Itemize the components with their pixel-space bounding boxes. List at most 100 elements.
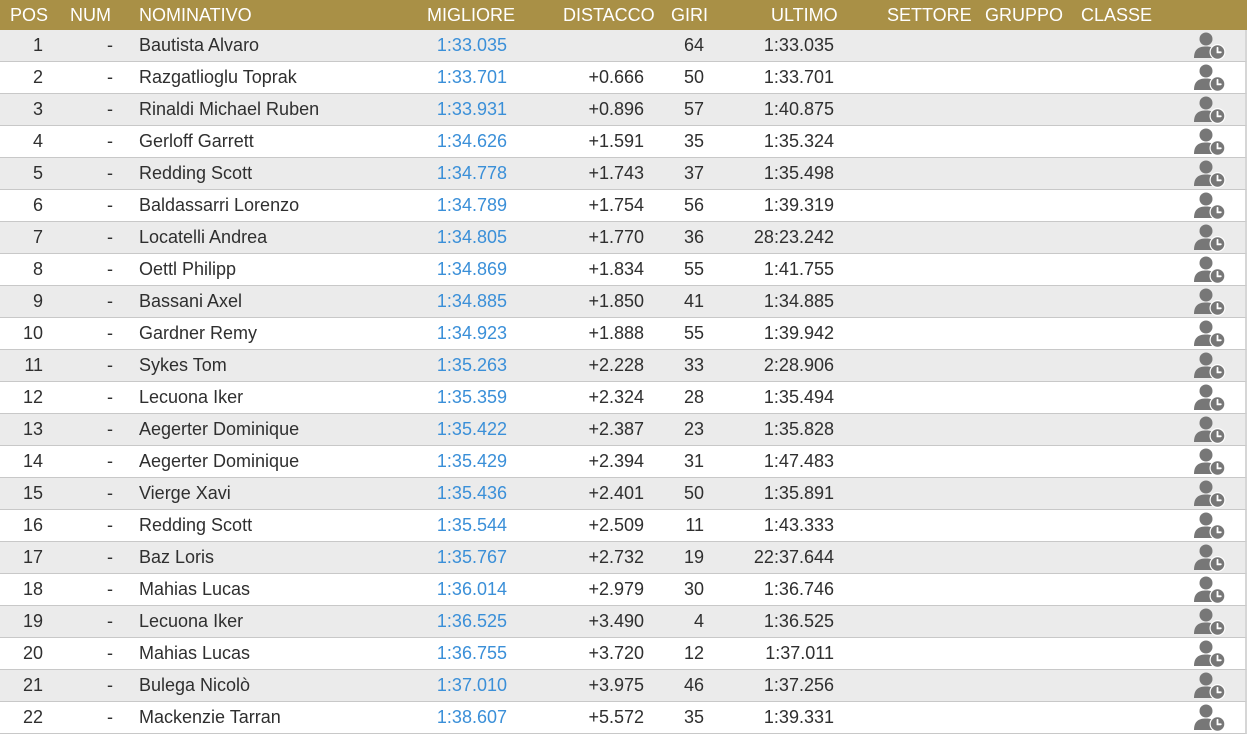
pos-cell: 20 — [22, 643, 43, 663]
pos-cell: 10 — [22, 323, 43, 343]
num-cell: - — [107, 131, 113, 151]
user-clock-icon[interactable] — [1193, 255, 1227, 285]
laps-cell: 19 — [683, 547, 704, 567]
gap-cell: +0.896 — [588, 99, 644, 119]
pos-cell: 12 — [22, 387, 43, 407]
pos-cell: 15 — [22, 483, 43, 503]
best-lap-cell: 1:35.263 — [436, 355, 507, 375]
laps-cell: 35 — [683, 707, 704, 727]
best-lap-cell: 1:36.014 — [436, 579, 507, 599]
best-lap-cell: 1:37.010 — [436, 675, 507, 695]
pos-cell: 8 — [32, 259, 43, 279]
user-clock-icon[interactable] — [1193, 479, 1227, 509]
num-cell: - — [107, 163, 113, 183]
table-row[interactable]: 10- Gardner Remy 1:34.923 +1.888 55 1:39.942 — [0, 318, 1247, 350]
last-lap-cell: 1:36.525 — [763, 611, 834, 631]
table-row[interactable]: 2- Razgatlioglu Toprak 1:33.701 +0.666 50 1:3… — [0, 62, 1247, 94]
table-row[interactable]: 5- Redding Scott 1:34.778 +1.743 37 1:35.498 — [0, 158, 1247, 190]
header-gap[interactable]: DISTACCO — [563, 0, 655, 30]
user-clock-icon[interactable] — [1193, 127, 1227, 157]
laps-cell: 55 — [683, 259, 704, 279]
gap-cell: +2.228 — [588, 355, 644, 375]
user-clock-icon[interactable] — [1193, 351, 1227, 381]
num-cell: - — [107, 483, 113, 503]
table-row[interactable]: 4- Gerloff Garrett 1:34.626 +1.591 35 1:35.32… — [0, 126, 1247, 158]
gap-cell: +1.743 — [588, 163, 644, 183]
header-group[interactable]: GRUPPO — [985, 0, 1063, 30]
user-clock-icon[interactable] — [1193, 159, 1227, 189]
best-lap-cell: 1:34.626 — [436, 131, 507, 151]
table-row[interactable]: 12- Lecuona Iker 1:35.359 +2.324 28 1:35.494 — [0, 382, 1247, 414]
num-cell: - — [107, 419, 113, 439]
table-row[interactable]: 21- Bulega Nicolò 1:37.010 +3.975 46 1:37.256 — [0, 670, 1247, 702]
last-lap-cell: 1:47.483 — [763, 451, 834, 471]
user-clock-icon[interactable] — [1193, 95, 1227, 125]
user-clock-icon[interactable] — [1193, 31, 1227, 61]
gap-cell: +1.850 — [588, 291, 644, 311]
header-num[interactable]: NUM — [70, 0, 111, 30]
table-row[interactable]: 7- Locatelli Andrea 1:34.805 +1.770 36 28:23.… — [0, 222, 1247, 254]
pos-cell: 5 — [32, 163, 43, 183]
table-row[interactable]: 20- Mahias Lucas 1:36.755 +3.720 12 1:37.011 — [0, 638, 1247, 670]
user-clock-icon[interactable] — [1193, 639, 1227, 669]
gap-cell: +2.387 — [588, 419, 644, 439]
header-sector[interactable]: SETTORE — [887, 0, 972, 30]
user-clock-icon[interactable] — [1193, 543, 1227, 573]
table-row[interactable]: 11- Sykes Tom 1:35.263 +2.228 33 2:28.906 — [0, 350, 1247, 382]
table-row[interactable]: 17- Baz Loris 1:35.767 +2.732 19 22:37.644 — [0, 542, 1247, 574]
gap-cell: +1.591 — [588, 131, 644, 151]
user-clock-icon[interactable] — [1193, 447, 1227, 477]
timing-table: POS NUM NOMINATIVO MIGLIORE DISTACCO GIR… — [0, 0, 1247, 735]
table-row[interactable]: 3- Rinaldi Michael Ruben 1:33.931 +0.896 57 1… — [0, 94, 1247, 126]
num-cell: - — [107, 611, 113, 631]
laps-cell: 11 — [685, 515, 704, 535]
user-clock-icon[interactable] — [1193, 511, 1227, 541]
best-lap-cell: 1:36.525 — [436, 611, 507, 631]
best-lap-cell: 1:35.422 — [436, 419, 507, 439]
header-class[interactable]: CLASSE — [1081, 0, 1152, 30]
user-clock-icon[interactable] — [1193, 383, 1227, 413]
user-clock-icon[interactable] — [1193, 191, 1227, 221]
user-clock-icon[interactable] — [1193, 287, 1227, 317]
best-lap-cell: 1:36.755 — [436, 643, 507, 663]
num-cell: - — [107, 195, 113, 215]
table-row[interactable]: 6- Baldassarri Lorenzo 1:34.789 +1.754 56 1:3… — [0, 190, 1247, 222]
best-lap-cell: 1:34.885 — [436, 291, 507, 311]
num-cell: - — [107, 35, 113, 55]
gap-cell: +2.732 — [588, 547, 644, 567]
laps-cell: 33 — [683, 355, 704, 375]
table-row[interactable]: 9- Bassani Axel 1:34.885 +1.850 41 1:34.885 — [0, 286, 1247, 318]
laps-cell: 46 — [683, 675, 704, 695]
table-row[interactable]: 16- Redding Scott 1:35.544 +2.509 11 1:43.333 — [0, 510, 1247, 542]
table-row[interactable]: 14- Aegerter Dominique 1:35.429 +2.394 31 1:4… — [0, 446, 1247, 478]
table-row[interactable]: 18- Mahias Lucas 1:36.014 +2.979 30 1:36.746 — [0, 574, 1247, 606]
user-clock-icon[interactable] — [1193, 703, 1227, 733]
table-row[interactable]: 1- Bautista Alvaro 1:33.035 64 1:33.035 — [0, 30, 1247, 62]
table-row[interactable]: 22- Mackenzie Tarran 1:38.607 +5.572 35 1:39.… — [0, 702, 1247, 734]
table-row[interactable]: 19- Lecuona Iker 1:36.525 +3.490 4 1:36.525 — [0, 606, 1247, 638]
last-lap-cell: 2:28.906 — [763, 355, 834, 375]
user-clock-icon[interactable] — [1193, 319, 1227, 349]
user-clock-icon[interactable] — [1193, 63, 1227, 93]
table-row[interactable]: 13- Aegerter Dominique 1:35.422 +2.387 23 1:3… — [0, 414, 1247, 446]
user-clock-icon[interactable] — [1193, 415, 1227, 445]
pos-cell: 21 — [22, 675, 43, 695]
header-best[interactable]: MIGLIORE — [427, 0, 515, 30]
header-laps[interactable]: GIRI — [671, 0, 708, 30]
header-last[interactable]: ULTIMO — [771, 0, 838, 30]
gap-cell: +1.834 — [588, 259, 644, 279]
laps-cell: 12 — [683, 643, 704, 663]
num-cell: - — [107, 227, 113, 247]
laps-cell: 30 — [683, 579, 704, 599]
user-clock-icon[interactable] — [1193, 607, 1227, 637]
user-clock-icon[interactable] — [1193, 223, 1227, 253]
user-clock-icon[interactable] — [1193, 575, 1227, 605]
num-cell: - — [107, 707, 113, 727]
header-pos[interactable]: POS — [10, 0, 48, 30]
user-clock-icon[interactable] — [1193, 671, 1227, 701]
header-name[interactable]: NOMINATIVO — [139, 0, 252, 30]
last-lap-cell: 1:37.256 — [763, 675, 834, 695]
table-row[interactable]: 8- Oettl Philipp 1:34.869 +1.834 55 1:41.755 — [0, 254, 1247, 286]
laps-cell: 35 — [683, 131, 704, 151]
table-row[interactable]: 15- Vierge Xavi 1:35.436 +2.401 50 1:35.891 — [0, 478, 1247, 510]
